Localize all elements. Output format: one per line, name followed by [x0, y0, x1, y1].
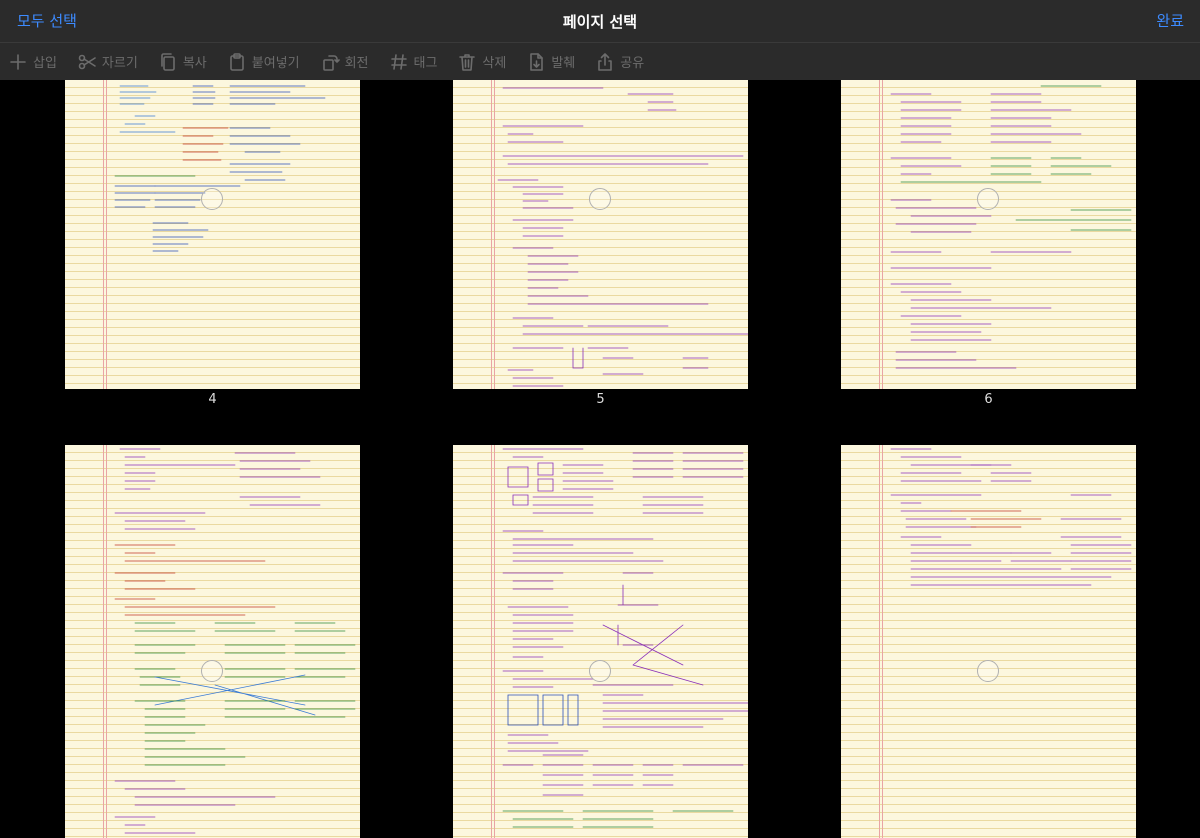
page-grid: 4 5 6: [0, 80, 1200, 838]
done-button[interactable]: 완료: [1156, 10, 1184, 31]
rotate-button[interactable]: 회전: [320, 43, 369, 81]
page-number: 4: [208, 392, 217, 407]
copy-icon: [161, 52, 175, 71]
share-label: 공유: [620, 56, 645, 71]
share-button[interactable]: 공유: [595, 43, 644, 81]
handwritten-notes: [890, 85, 1132, 369]
paste-button[interactable]: 붙여넣기: [227, 43, 300, 81]
toolbar: 삽입 자르기 복사 붙여넣기 회전 태그 삭제 발췌 공유: [0, 42, 1200, 80]
paste-icon: [229, 52, 244, 71]
selection-circle[interactable]: [589, 188, 611, 210]
selection-circle[interactable]: [201, 188, 223, 210]
page-thumbnail-5[interactable]: [453, 80, 748, 389]
insert-button[interactable]: 삽입: [8, 43, 57, 81]
extract-button[interactable]: 발췌: [526, 43, 575, 81]
selection-circle[interactable]: [589, 660, 611, 682]
rotate-label: 회전: [344, 56, 369, 71]
handwritten-notes: [114, 448, 356, 834]
page-thumbnail-9[interactable]: [841, 445, 1136, 838]
copy-label: 복사: [182, 56, 207, 71]
page-thumbnail-4[interactable]: [65, 80, 360, 389]
page-number: 6: [984, 392, 993, 407]
page-thumbnail-7[interactable]: [65, 445, 360, 838]
delete-label: 삭제: [482, 56, 507, 71]
tag-button[interactable]: 태그: [389, 43, 438, 81]
handwritten-notes: [114, 85, 326, 252]
handwritten-notes: [502, 448, 748, 828]
insert-label: 삽입: [33, 56, 57, 71]
page-thumbnail-8[interactable]: [453, 445, 748, 838]
selection-circle[interactable]: [201, 660, 223, 682]
cut-label: 자르기: [101, 56, 138, 71]
scissors-icon: [78, 54, 96, 69]
hashtag-icon: [390, 53, 407, 70]
handwritten-notes: [890, 448, 1132, 586]
copy-button[interactable]: 복사: [158, 43, 207, 81]
delete-button[interactable]: 삭제: [457, 43, 506, 81]
rotate-icon: [322, 54, 340, 71]
selection-circle[interactable]: [977, 660, 999, 682]
extract-icon: [530, 52, 544, 71]
share-icon: [598, 52, 613, 71]
page-title: 페이지 선택: [562, 12, 638, 31]
select-all-button[interactable]: 모두 선택: [17, 10, 77, 31]
tag-label: 태그: [413, 56, 438, 71]
navigation-bar: 모두 선택 페이지 선택 완료: [0, 0, 1200, 42]
cut-button[interactable]: 자르기: [77, 43, 138, 81]
plus-icon: [10, 53, 26, 70]
page-thumbnail-6[interactable]: [841, 80, 1136, 389]
paste-label: 붙여넣기: [251, 56, 300, 71]
handwritten-notes: [497, 87, 748, 387]
extract-label: 발췌: [551, 56, 576, 71]
trash-icon: [459, 53, 476, 71]
selection-circle[interactable]: [977, 188, 999, 210]
page-number: 5: [596, 392, 605, 407]
